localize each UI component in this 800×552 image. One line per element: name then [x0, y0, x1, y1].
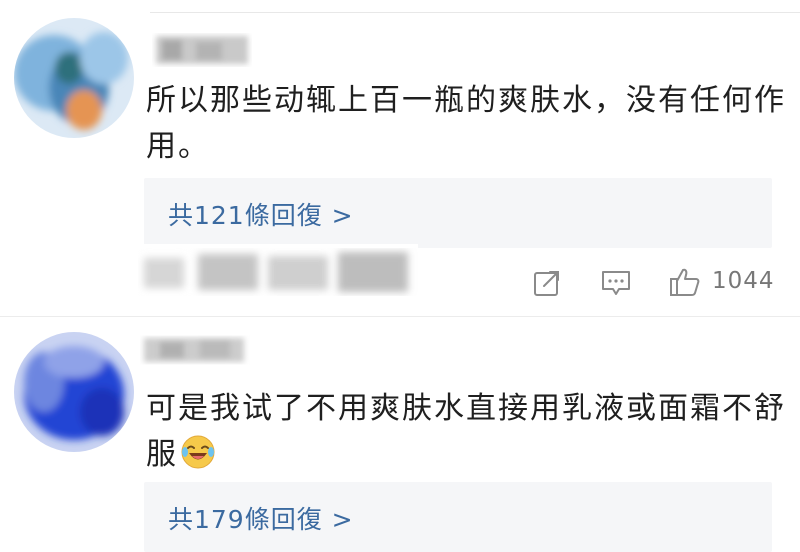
- comment-text: 可是我试了不用爽肤水直接用乳液或面霜不舒服: [146, 386, 786, 478]
- share-button[interactable]: [532, 268, 562, 298]
- comment-item: 可是我试了不用爽肤水直接用乳液或面霜不舒服 共179條回復 >: [0, 316, 800, 552]
- comment-item: 所以那些动辄上百一瓶的爽肤水，没有任何作用。 共121條回復 > 1044: [0, 0, 800, 316]
- avatar[interactable]: [14, 332, 134, 452]
- comment-text-content: 可是我试了不用爽肤水直接用乳液或面霜不舒服: [146, 391, 786, 472]
- thumbs-up-icon: [670, 268, 700, 296]
- comment-button[interactable]: [600, 268, 632, 298]
- like-count: 1044: [712, 268, 775, 294]
- username-blurred[interactable]: [140, 330, 250, 370]
- laughing-crying-emoji-icon: [180, 434, 216, 470]
- username-blurred[interactable]: [152, 26, 252, 72]
- replies-box[interactable]: 共121條回復 >: [144, 178, 772, 248]
- avatar[interactable]: [14, 18, 134, 138]
- replies-box[interactable]: 共179條回復 >: [144, 482, 772, 552]
- comment-text: 所以那些动辄上百一瓶的爽肤水，没有任何作用。: [146, 83, 786, 164]
- like-button[interactable]: [668, 266, 702, 298]
- view-replies-link[interactable]: 共179條回復 >: [168, 500, 354, 536]
- blurred-region: [138, 244, 418, 304]
- share-icon: [534, 271, 559, 296]
- view-replies-link[interactable]: 共121條回復 >: [168, 196, 354, 232]
- comment-icon: [602, 271, 630, 295]
